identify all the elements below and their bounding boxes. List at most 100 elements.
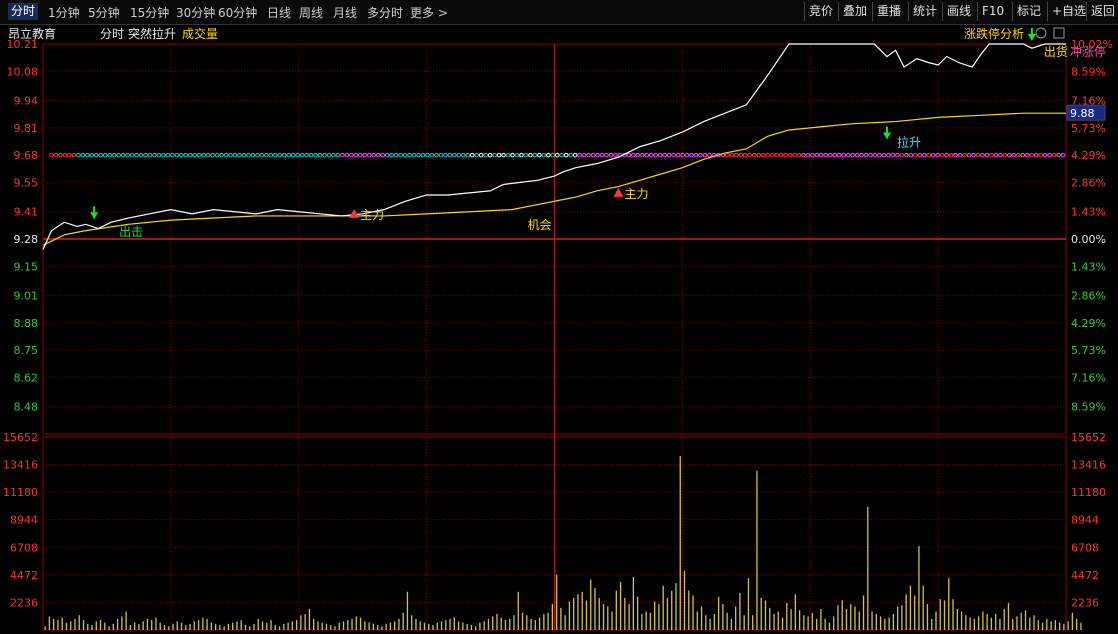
pct-tick-label: 8.59% — [1071, 401, 1106, 414]
volume-tick-label-right: 6708 — [1071, 541, 1099, 554]
signal-dot — [514, 152, 520, 158]
annotation-label: 主力 — [624, 187, 648, 201]
signal-dot — [541, 152, 547, 158]
pct-tick-label: 5.73% — [1071, 122, 1106, 135]
signal-dot — [299, 152, 305, 158]
price-tick-label: 10.21 — [7, 38, 39, 51]
signal-dot — [241, 152, 247, 158]
sell-signal-arrow — [90, 212, 99, 220]
toolbar-button-0[interactable]: 竞价 — [804, 2, 837, 21]
signal-dot — [317, 152, 323, 158]
signal-dot — [572, 152, 578, 158]
toolbar-button-1[interactable]: 叠加 — [838, 2, 871, 21]
volume-indicator-label: 成交量 — [182, 26, 218, 41]
signal-dot — [872, 152, 878, 158]
buy-signal-arrow — [349, 208, 360, 218]
signal-dot — [326, 152, 332, 158]
price-tick-label: 8.62 — [14, 371, 39, 384]
price-tick-label: 9.94 — [14, 95, 39, 108]
volume-tick-label: 4472 — [10, 569, 38, 582]
price-tick-label: 8.88 — [14, 317, 39, 330]
toolbar-button-8[interactable]: 返回 — [1086, 2, 1118, 21]
volume-tick-label: 2236 — [10, 596, 38, 609]
signal-dot — [250, 152, 256, 158]
signal-dot — [863, 152, 869, 158]
period-tab-2[interactable]: 5分钟 — [88, 4, 120, 21]
toolbar: 分时 1分钟 5分钟 15分钟 30分钟 60分钟 日线 周线 月线 多分时 更多 > 竞价 叠加 重播统… — [0, 0, 1118, 25]
period-tab-10[interactable]: 更多 > — [410, 4, 448, 21]
volume-tick-label: 15652 — [3, 431, 38, 444]
volume-tick-label: 8944 — [10, 514, 38, 527]
annotation-label: 冲涨停 — [1070, 44, 1106, 59]
annotation-label: 机会 — [527, 218, 551, 232]
signal-dot — [290, 152, 296, 158]
signal-dot — [277, 152, 283, 158]
sell-signal-arrow — [882, 132, 891, 140]
intraday-chart: 昂立教育 分时 突然拉升 成交量 涨跌停分析10.21 10.02%10.08 8.59%9… — [3, 26, 1113, 631]
period-tab-7[interactable]: 周线 — [299, 4, 323, 21]
volume-tick-label: 11180 — [3, 486, 38, 499]
period-tab-9[interactable]: 多分时 — [367, 4, 403, 21]
toolbar-button-7[interactable]: +自选 — [1047, 2, 1090, 21]
toolbar-button-6[interactable]: 标记 — [1012, 2, 1045, 21]
signal-dot — [523, 152, 529, 158]
price-tick-label: 10.08 — [7, 65, 39, 78]
volume-tick-label-right: 15652 — [1071, 431, 1106, 444]
period-tab-8[interactable]: 月线 — [333, 4, 357, 21]
signal-dot — [581, 152, 587, 158]
period-tab-1[interactable]: 1分钟 — [48, 4, 80, 21]
current-price-value: 9.88 — [1070, 107, 1095, 120]
annotation-label: 主力 — [360, 208, 384, 222]
volume-tick-label-right: 11180 — [1071, 486, 1106, 499]
period-tab-6[interactable]: 日线 — [267, 4, 291, 21]
signal-dot — [854, 152, 860, 158]
volume-tick-label-right: 4472 — [1071, 569, 1099, 582]
period-tab-0[interactable]: 分时 — [8, 3, 39, 20]
pct-tick-label: 4.29% — [1071, 149, 1106, 162]
buy-signal-arrow — [613, 187, 624, 197]
toolbar-button-5[interactable]: F10 — [977, 2, 1008, 21]
signal-dot — [832, 152, 838, 158]
volume-tick-label: 6708 — [10, 541, 38, 554]
signal-dot — [836, 152, 842, 158]
settings-icon[interactable] — [1035, 27, 1047, 39]
price-tick-label: 9.81 — [14, 122, 39, 135]
period-tab-5[interactable]: 60分钟 — [218, 4, 257, 21]
signal-dot — [845, 152, 851, 158]
signal-dot — [823, 152, 829, 158]
price-tick-label: 9.15 — [14, 260, 39, 273]
indicator-name: 突然拉升 — [128, 26, 176, 41]
annotation-label: 出货 — [1044, 44, 1068, 59]
expand-icon[interactable] — [1053, 27, 1065, 39]
pct-tick-label: 0.00% — [1071, 233, 1106, 246]
price-tick-label: 9.41 — [14, 206, 39, 219]
signal-dot — [805, 152, 811, 158]
pct-tick-label: 1.43% — [1071, 206, 1106, 219]
toolbar-button-4[interactable]: 画线 — [942, 2, 975, 21]
signal-dot — [308, 152, 314, 158]
signal-dot — [53, 152, 59, 158]
view-label: 分时 — [100, 27, 124, 41]
sell-signal-arrow — [1027, 34, 1036, 41]
toolbar-button-3[interactable]: 统计 — [908, 2, 941, 21]
pct-tick-label: 4.29% — [1071, 317, 1106, 330]
price-tick-label: 9.28 — [14, 233, 39, 246]
pct-tick-label: 5.73% — [1071, 344, 1106, 357]
volume-tick-label-right: 2236 — [1071, 596, 1099, 609]
annotation-label: 拉升 — [897, 135, 921, 150]
signal-dot — [559, 152, 565, 158]
pct-tick-label: 8.59% — [1071, 65, 1106, 78]
period-tab-4[interactable]: 30分钟 — [176, 4, 215, 21]
signal-dot — [590, 152, 596, 158]
signal-dot — [796, 152, 802, 158]
price-tick-label: 8.48 — [14, 401, 39, 414]
annotation-label: 出击 — [119, 225, 143, 239]
price-tick-label: 8.75 — [14, 344, 39, 357]
signal-dot — [563, 152, 569, 158]
period-tab-3[interactable]: 15分钟 — [130, 4, 169, 21]
price-tick-label: 9.68 — [14, 149, 39, 162]
pct-tick-label: 1.43% — [1071, 260, 1106, 273]
signal-dot — [281, 152, 287, 158]
toolbar-button-2[interactable]: 重播 — [872, 2, 905, 21]
pct-tick-label: 2.86% — [1071, 176, 1106, 189]
